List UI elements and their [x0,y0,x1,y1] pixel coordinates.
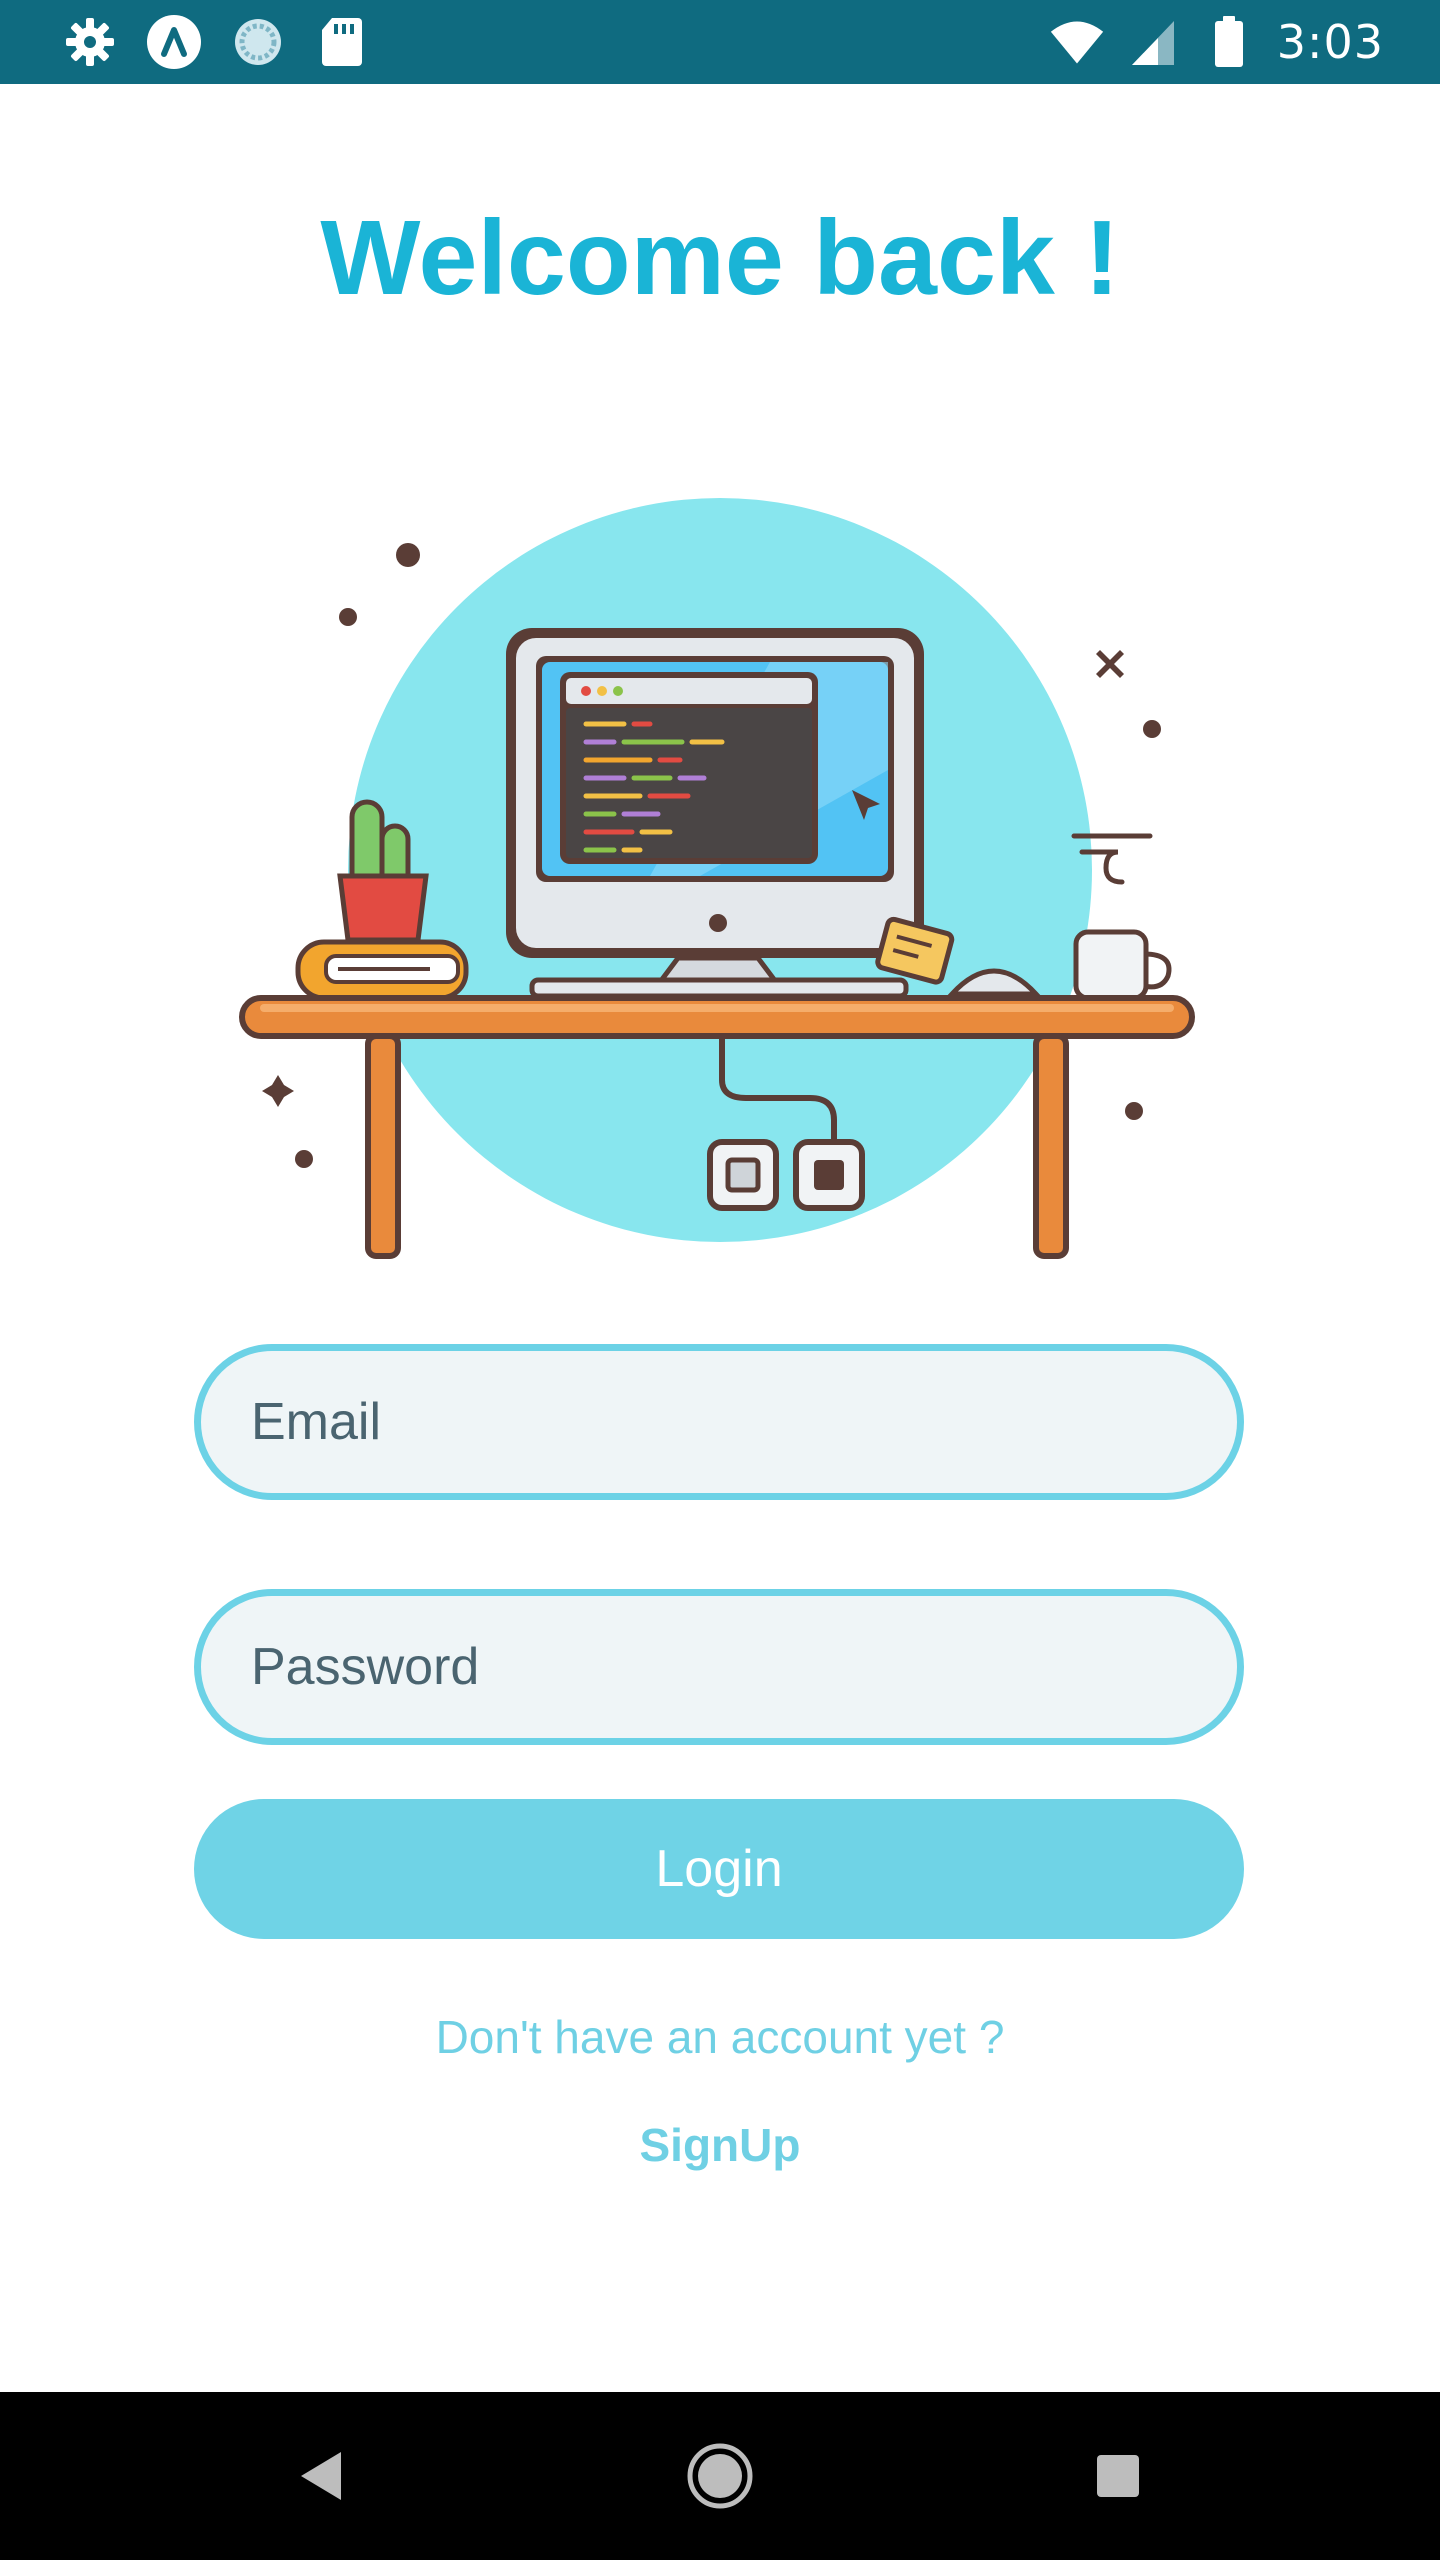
status-bar-left-icons [62,14,370,70]
home-icon[interactable] [680,2436,760,2516]
battery-icon [1201,14,1257,70]
settings-icon [62,14,118,70]
launcher-icon [146,14,202,70]
back-icon[interactable] [280,2436,360,2516]
signup-link[interactable]: SignUp [0,2118,1440,2172]
recents-icon[interactable] [1078,2436,1158,2516]
wifi-icon [1049,14,1105,70]
cellular-signal-icon [1125,14,1181,70]
password-field[interactable] [194,1589,1244,1745]
login-button[interactable]: Login [194,1799,1244,1939]
navigation-bar [0,2392,1440,2560]
password-input[interactable] [201,1596,1237,1738]
page-title: Welcome back ! [320,199,1120,317]
signup-prompt: Don't have an account yet ? [435,2011,1005,2063]
status-bar: 3:03 [0,0,1440,84]
sync-icon [230,14,286,70]
status-time: 3:03 [1276,15,1384,69]
email-input[interactable] [201,1351,1237,1493]
desk-computer-illustration [230,480,1210,1280]
status-bar-right-icons: 3:03 [1049,14,1384,70]
email-field[interactable] [194,1344,1244,1500]
sd-card-icon [314,14,370,70]
